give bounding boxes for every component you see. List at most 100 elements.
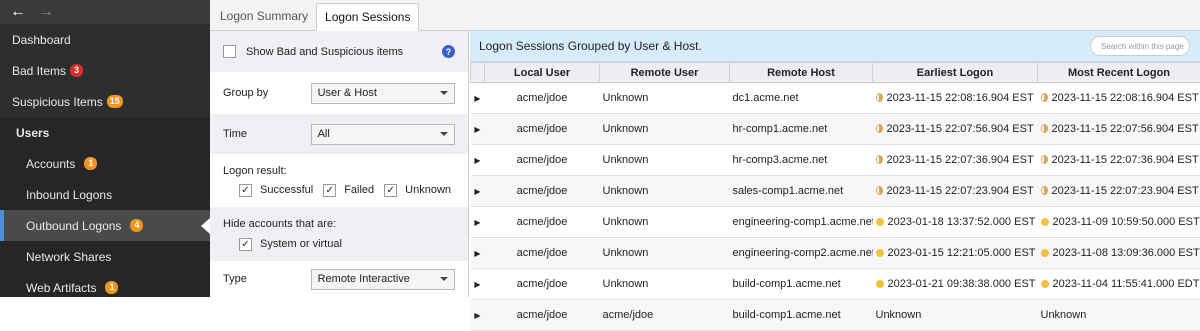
- time-value: All: [318, 128, 330, 140]
- sidebar-item-users[interactable]: Users: [0, 117, 210, 148]
- remote-user-cell: Unknown: [600, 269, 730, 300]
- sidebar-item-label: Users: [16, 126, 49, 140]
- earliest-logon-cell: 2023-11-15 22:07:56.904 EST: [873, 114, 1038, 145]
- tab-logon-sessions[interactable]: Logon Sessions: [316, 3, 419, 31]
- column-header-remote-host[interactable]: Remote Host: [730, 63, 873, 83]
- sidebar-item-label: Inbound Logons: [26, 188, 112, 202]
- remote-user-cell: Unknown: [600, 176, 730, 207]
- time-row: Time All: [210, 114, 468, 155]
- sidebar-item-outbound-logons[interactable]: Outbound Logons4: [0, 210, 210, 241]
- column-header-local-user[interactable]: Local User: [485, 63, 600, 83]
- type-label: Type: [223, 273, 311, 285]
- recent-logon-cell: 2023-11-15 22:07:56.904 EST: [1038, 114, 1200, 145]
- expand-arrow-icon[interactable]: ▶: [471, 176, 485, 207]
- earliest-logon-value: 2023-11-15 22:07:56.904 EST: [887, 123, 1034, 135]
- sidebar-item-web-artifacts[interactable]: Web Artifacts1: [0, 272, 210, 297]
- time-select[interactable]: All: [311, 124, 455, 145]
- moon-icon: [876, 93, 883, 102]
- sidebar-item-suspicious-items[interactable]: Suspicious Items15: [0, 86, 210, 117]
- earliest-logon-value: 2023-01-21 09:38:38.000 EST: [888, 278, 1036, 290]
- remote-host-cell: dc1.acme.net: [730, 83, 873, 114]
- successful-checkbox[interactable]: ✓: [239, 184, 252, 197]
- sidebar-item-dashboard[interactable]: Dashboard: [0, 24, 210, 55]
- sidebar-item-label: Web Artifacts: [26, 281, 96, 295]
- help-icon[interactable]: ?: [442, 45, 455, 58]
- system-virtual-checkbox[interactable]: ✓: [239, 238, 252, 251]
- table-row[interactable]: ▶ acme/jdoe Unknown engineering-comp1.ac…: [471, 207, 1200, 238]
- sidebar-item-network-shares[interactable]: Network Shares: [0, 241, 210, 272]
- earliest-logon-cell: 2023-11-15 22:07:23.904 EST: [873, 176, 1038, 207]
- table-header-row: Local User Remote User Remote Host Earli…: [471, 63, 1200, 83]
- count-badge: 1: [84, 157, 97, 170]
- type-value: Remote Interactive: [318, 273, 410, 285]
- sun-icon: [876, 218, 884, 226]
- expand-arrow-icon[interactable]: ▶: [471, 145, 485, 176]
- search-input[interactable]: Search within this page: [1090, 36, 1190, 56]
- expand-arrow-icon[interactable]: ▶: [471, 269, 485, 300]
- hide-accounts-label: Hide accounts that are:: [223, 218, 336, 230]
- local-user-cell: acme/jdoe: [485, 83, 600, 114]
- recent-logon-value: Unknown: [1041, 309, 1087, 321]
- column-header-remote-user[interactable]: Remote User: [600, 63, 730, 83]
- logon-result-label: Logon result:: [223, 165, 287, 177]
- expand-arrow-icon[interactable]: ▶: [471, 238, 485, 269]
- count-badge: 15: [107, 95, 123, 108]
- show-bad-checkbox[interactable]: [223, 45, 236, 58]
- remote-host-cell: engineering-comp2.acme.net: [730, 238, 873, 269]
- forward-arrow-icon[interactable]: →: [38, 3, 54, 21]
- back-arrow-icon[interactable]: ←: [10, 3, 26, 21]
- table-row[interactable]: ▶ acme/jdoe Unknown hr-comp3.acme.net 20…: [471, 145, 1200, 176]
- earliest-logon-value: 2023-11-15 22:07:36.904 EST: [887, 154, 1034, 166]
- unknown-label: Unknown: [405, 184, 451, 196]
- table-row[interactable]: ▶ acme/jdoe Unknown hr-comp1.acme.net 20…: [471, 114, 1200, 145]
- recent-logon-value: 2023-11-15 22:08:16.904 EST: [1052, 92, 1199, 104]
- expand-arrow-icon[interactable]: ▶: [471, 207, 485, 238]
- moon-icon: [1041, 124, 1048, 133]
- sun-icon: [1041, 249, 1049, 257]
- recent-logon-cell: 2023-11-04 11:55:41.000 EDT: [1038, 269, 1200, 300]
- show-bad-label: Show Bad and Suspicious items: [246, 46, 403, 58]
- group-by-select[interactable]: User & Host: [311, 83, 455, 104]
- nav-bar: ← →: [0, 0, 210, 24]
- sidebar-item-label: Bad Items: [12, 64, 66, 78]
- count-badge: 4: [130, 219, 143, 232]
- remote-host-cell: build-comp1.acme.net: [730, 300, 873, 331]
- count-badge: 3: [70, 64, 83, 77]
- earliest-logon-value: 2023-01-18 13:37:52.000 EST: [888, 216, 1036, 228]
- moon-icon: [876, 155, 883, 164]
- earliest-logon-cell: 2023-11-15 22:07:36.904 EST: [873, 145, 1038, 176]
- table-row[interactable]: ▶ acme/jdoe Unknown engineering-comp2.ac…: [471, 238, 1200, 269]
- table-row[interactable]: ▶ acme/jdoe acme/jdoe build-comp1.acme.n…: [471, 300, 1200, 331]
- failed-checkbox[interactable]: ✓: [323, 184, 336, 197]
- sidebar-item-label: Dashboard: [12, 33, 71, 47]
- expand-arrow-icon[interactable]: ▶: [471, 114, 485, 145]
- remote-user-cell: Unknown: [600, 114, 730, 145]
- remote-host-cell: sales-comp1.acme.net: [730, 176, 873, 207]
- recent-logon-cell: Unknown: [1038, 300, 1200, 331]
- logon-sessions-table: Local User Remote User Remote Host Earli…: [470, 62, 1200, 331]
- column-header-earliest-logon[interactable]: Earliest Logon: [873, 63, 1038, 83]
- table-row[interactable]: ▶ acme/jdoe Unknown build-comp1.acme.net…: [471, 269, 1200, 300]
- earliest-logon-cell: 2023-01-21 09:38:38.000 EST: [873, 269, 1038, 300]
- type-row: Type Remote Interactive: [210, 262, 468, 297]
- remote-user-cell: acme/jdoe: [600, 300, 730, 331]
- recent-logon-value: 2023-11-15 22:07:36.904 EST: [1052, 154, 1199, 166]
- type-select[interactable]: Remote Interactive: [311, 269, 455, 290]
- recent-logon-cell: 2023-11-15 22:08:16.904 EST: [1038, 83, 1200, 114]
- recent-logon-value: 2023-11-08 13:09:36.000 EST: [1053, 247, 1200, 259]
- logon-result-row: Logon result: ✓Successful ✓Failed ✓Unkno…: [210, 155, 468, 207]
- hide-accounts-options: ✓System or virtual: [223, 238, 342, 251]
- column-header-expand: [471, 63, 485, 83]
- table-row[interactable]: ▶ acme/jdoe Unknown dc1.acme.net 2023-11…: [471, 83, 1200, 114]
- recent-logon-cell: 2023-11-09 10:59:50.000 EST: [1038, 207, 1200, 238]
- column-header-most-recent-logon[interactable]: Most Recent Logon: [1038, 63, 1200, 83]
- moon-icon: [1041, 155, 1048, 164]
- expand-arrow-icon[interactable]: ▶: [471, 300, 485, 331]
- sidebar-item-inbound-logons[interactable]: Inbound Logons: [0, 179, 210, 210]
- tab-logon-summary[interactable]: Logon Summary: [212, 2, 316, 30]
- unknown-checkbox[interactable]: ✓: [384, 184, 397, 197]
- sidebar-item-accounts[interactable]: Accounts1: [0, 148, 210, 179]
- sidebar-item-bad-items[interactable]: Bad Items 3: [0, 55, 210, 86]
- expand-arrow-icon[interactable]: ▶: [471, 83, 485, 114]
- table-row[interactable]: ▶ acme/jdoe Unknown sales-comp1.acme.net…: [471, 176, 1200, 207]
